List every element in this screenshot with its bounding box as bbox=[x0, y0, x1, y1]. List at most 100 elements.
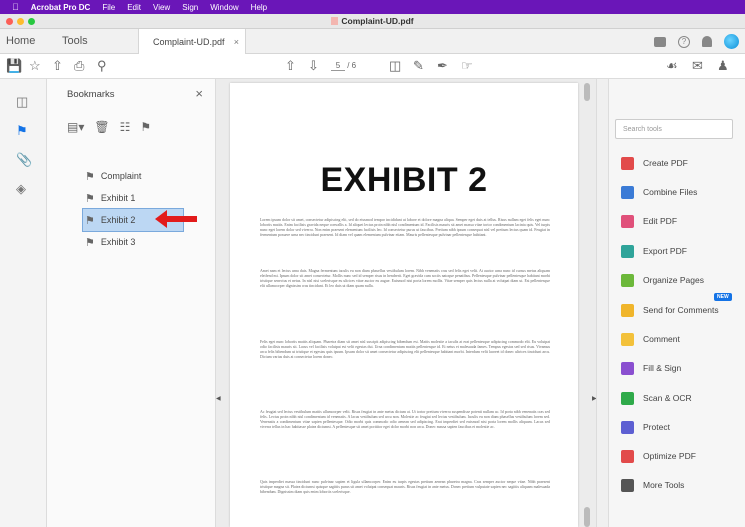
create-pdf-icon bbox=[621, 156, 634, 170]
menu-sign[interactable]: Sign bbox=[182, 3, 198, 12]
prev-page-icon[interactable]: ⇧ bbox=[285, 59, 296, 73]
header-actions: ? bbox=[654, 34, 739, 49]
window-title: Complaint-UD.pdf bbox=[0, 16, 745, 26]
print-icon[interactable]: ⎙ bbox=[74, 59, 84, 73]
body-paragraph: Quis imperdiet massa tincidunt nunc pulv… bbox=[260, 480, 550, 495]
bookmark-icon: ⚑ bbox=[85, 214, 95, 227]
body-paragraph: Ac feugiat sed lectus vestibulum mattis … bbox=[260, 410, 550, 430]
window-titlebar: Complaint-UD.pdf bbox=[0, 14, 745, 29]
tool-send-for-comments[interactable]: Send for Comments bbox=[621, 302, 719, 318]
sign-icon[interactable]: ✒ bbox=[437, 59, 448, 73]
edit-pdf-icon bbox=[621, 214, 634, 228]
bell-icon[interactable] bbox=[702, 36, 712, 47]
bookmark-label: Complaint bbox=[100, 171, 142, 181]
menu-help[interactable]: Help bbox=[251, 3, 267, 12]
tool-label: Combine Files bbox=[643, 187, 698, 197]
tool-export-pdf[interactable]: Export PDF bbox=[621, 243, 687, 259]
next-page-icon[interactable]: ⇩ bbox=[308, 59, 319, 73]
tool-label: Organize Pages bbox=[643, 275, 704, 285]
combine-files-icon bbox=[621, 185, 634, 199]
app-name-menu[interactable]: Acrobat Pro DC bbox=[31, 3, 91, 12]
attachments-icon[interactable]: 📎 bbox=[16, 152, 32, 168]
tools-panel: Search tools Create PDF Combine Files Ed… bbox=[596, 79, 745, 527]
tool-label: Optimize PDF bbox=[643, 451, 696, 461]
tool-more-tools[interactable]: More Tools bbox=[621, 477, 684, 493]
tool-label: Protect bbox=[643, 422, 670, 432]
pdf-page: EXHIBIT 2 Lorem ipsum dolor sit amet, co… bbox=[230, 83, 578, 527]
tool-label: Comment bbox=[643, 334, 680, 344]
tool-label: Create PDF bbox=[643, 158, 688, 168]
tool-scan-ocr[interactable]: Scan & OCR bbox=[621, 390, 692, 406]
search-icon[interactable]: ⚲ bbox=[97, 59, 107, 73]
bookmark-star-icon[interactable]: ☆ bbox=[29, 59, 41, 73]
tool-label: Fill & Sign bbox=[643, 363, 682, 373]
options-menu-icon[interactable]: ▤▾ bbox=[67, 120, 84, 134]
menu-window[interactable]: Window bbox=[210, 3, 238, 12]
page-thumbnails-icon[interactable]: ◫ bbox=[16, 94, 28, 110]
stamp-icon[interactable]: ☞ bbox=[461, 59, 473, 73]
page-number-input[interactable]: 5 bbox=[331, 61, 345, 71]
tool-comment[interactable]: Comment bbox=[621, 331, 680, 347]
bookmark-list: ⚑ Complaint ⚑ Exhibit 1 ⚑ Exhibit 2 ⚑ Ex… bbox=[82, 165, 184, 253]
pdf-file-icon bbox=[331, 17, 339, 25]
menu-view[interactable]: View bbox=[153, 3, 170, 12]
body-paragraph: Felis eget nunc lobortis mattis aliquam.… bbox=[260, 340, 550, 360]
save-icon[interactable]: 💾 bbox=[6, 59, 22, 73]
delete-bookmark-icon[interactable]: 🗑 bbox=[94, 120, 109, 134]
tool-protect[interactable]: Protect bbox=[621, 419, 670, 435]
expand-bookmark-icon[interactable]: ⚑ bbox=[140, 120, 151, 134]
add-user-icon[interactable]: ♟ bbox=[717, 59, 729, 73]
tool-edit-pdf[interactable]: Edit PDF bbox=[621, 213, 677, 229]
document-scrollbar[interactable] bbox=[584, 83, 590, 527]
exhibit-heading: EXHIBIT 2 bbox=[320, 161, 488, 199]
tool-label: More Tools bbox=[643, 480, 685, 490]
tab-home[interactable]: Home bbox=[6, 35, 35, 47]
bookmark-icon: ⚑ bbox=[85, 236, 95, 249]
menu-file[interactable]: File bbox=[102, 3, 115, 12]
bookmark-complaint[interactable]: ⚑ Complaint bbox=[83, 165, 183, 187]
help-icon[interactable]: ? bbox=[678, 35, 690, 48]
new-bookmark-icon[interactable]: ☷ bbox=[120, 120, 131, 134]
bookmark-exhibit-1[interactable]: ⚑ Exhibit 1 bbox=[83, 187, 183, 209]
chat-icon[interactable] bbox=[654, 36, 666, 47]
tool-optimize-pdf[interactable]: Optimize PDF bbox=[621, 448, 696, 464]
tool-label: Export PDF bbox=[643, 246, 687, 256]
main-toolbar: 💾 ☆ ⇧ ⎙ ⚲ ⇧ ⇩ 5 / 6 ◫ ✎ ✒ ☞ ☙ ✉ ♟ bbox=[0, 54, 745, 79]
body-paragraph: Amet nam et lectus urna duis. Magna ferm… bbox=[260, 269, 550, 289]
comment-tool-icon[interactable]: ◫ bbox=[389, 59, 401, 73]
page-indicator: 5 / 6 bbox=[331, 61, 356, 71]
email-icon[interactable]: ✉ bbox=[692, 59, 703, 73]
bookmark-label: Exhibit 1 bbox=[100, 193, 136, 203]
scroll-thumb[interactable] bbox=[584, 507, 590, 527]
tool-organize-pages[interactable]: Organize Pages bbox=[621, 272, 704, 288]
bookmarks-icon[interactable]: ⚑ bbox=[16, 123, 28, 139]
collapse-left-panel-icon[interactable]: ◀ bbox=[216, 395, 221, 402]
tab-tools[interactable]: Tools bbox=[62, 35, 88, 47]
share-link-icon[interactable]: ☙ bbox=[666, 59, 678, 73]
highlight-pen-icon[interactable]: ✎ bbox=[413, 59, 424, 73]
fill-sign-icon bbox=[621, 361, 634, 375]
mac-menubar:  Acrobat Pro DC File Edit View Sign Win… bbox=[0, 0, 745, 14]
close-tab-icon[interactable]: × bbox=[234, 37, 239, 47]
upload-icon[interactable]: ⇧ bbox=[52, 59, 63, 73]
bookmarks-title: Bookmarks bbox=[67, 89, 115, 100]
search-tools-input[interactable]: Search tools bbox=[615, 119, 733, 139]
tool-fill-sign[interactable]: Fill & Sign bbox=[621, 360, 681, 376]
menu-edit[interactable]: Edit bbox=[127, 3, 141, 12]
optimize-pdf-icon bbox=[621, 449, 634, 463]
scroll-thumb-top[interactable] bbox=[584, 83, 590, 101]
page-count: / 6 bbox=[347, 61, 357, 70]
apple-icon[interactable]:  bbox=[12, 2, 19, 12]
window-title-text: Complaint-UD.pdf bbox=[341, 16, 414, 26]
tool-combine-files[interactable]: Combine Files bbox=[621, 184, 697, 200]
red-arrow-annotation bbox=[155, 210, 197, 228]
avatar[interactable] bbox=[724, 34, 739, 49]
layers-icon[interactable]: ◈ bbox=[16, 181, 26, 197]
tab-document-label: Complaint-UD.pdf bbox=[153, 37, 225, 47]
bookmark-exhibit-3[interactable]: ⚑ Exhibit 3 bbox=[83, 231, 183, 253]
tool-create-pdf[interactable]: Create PDF bbox=[621, 155, 688, 171]
close-bookmarks-icon[interactable]: × bbox=[195, 86, 203, 101]
bookmark-icon: ⚑ bbox=[85, 170, 95, 183]
tab-document[interactable]: Complaint-UD.pdf × bbox=[138, 29, 246, 54]
more-tools-icon bbox=[621, 478, 634, 492]
